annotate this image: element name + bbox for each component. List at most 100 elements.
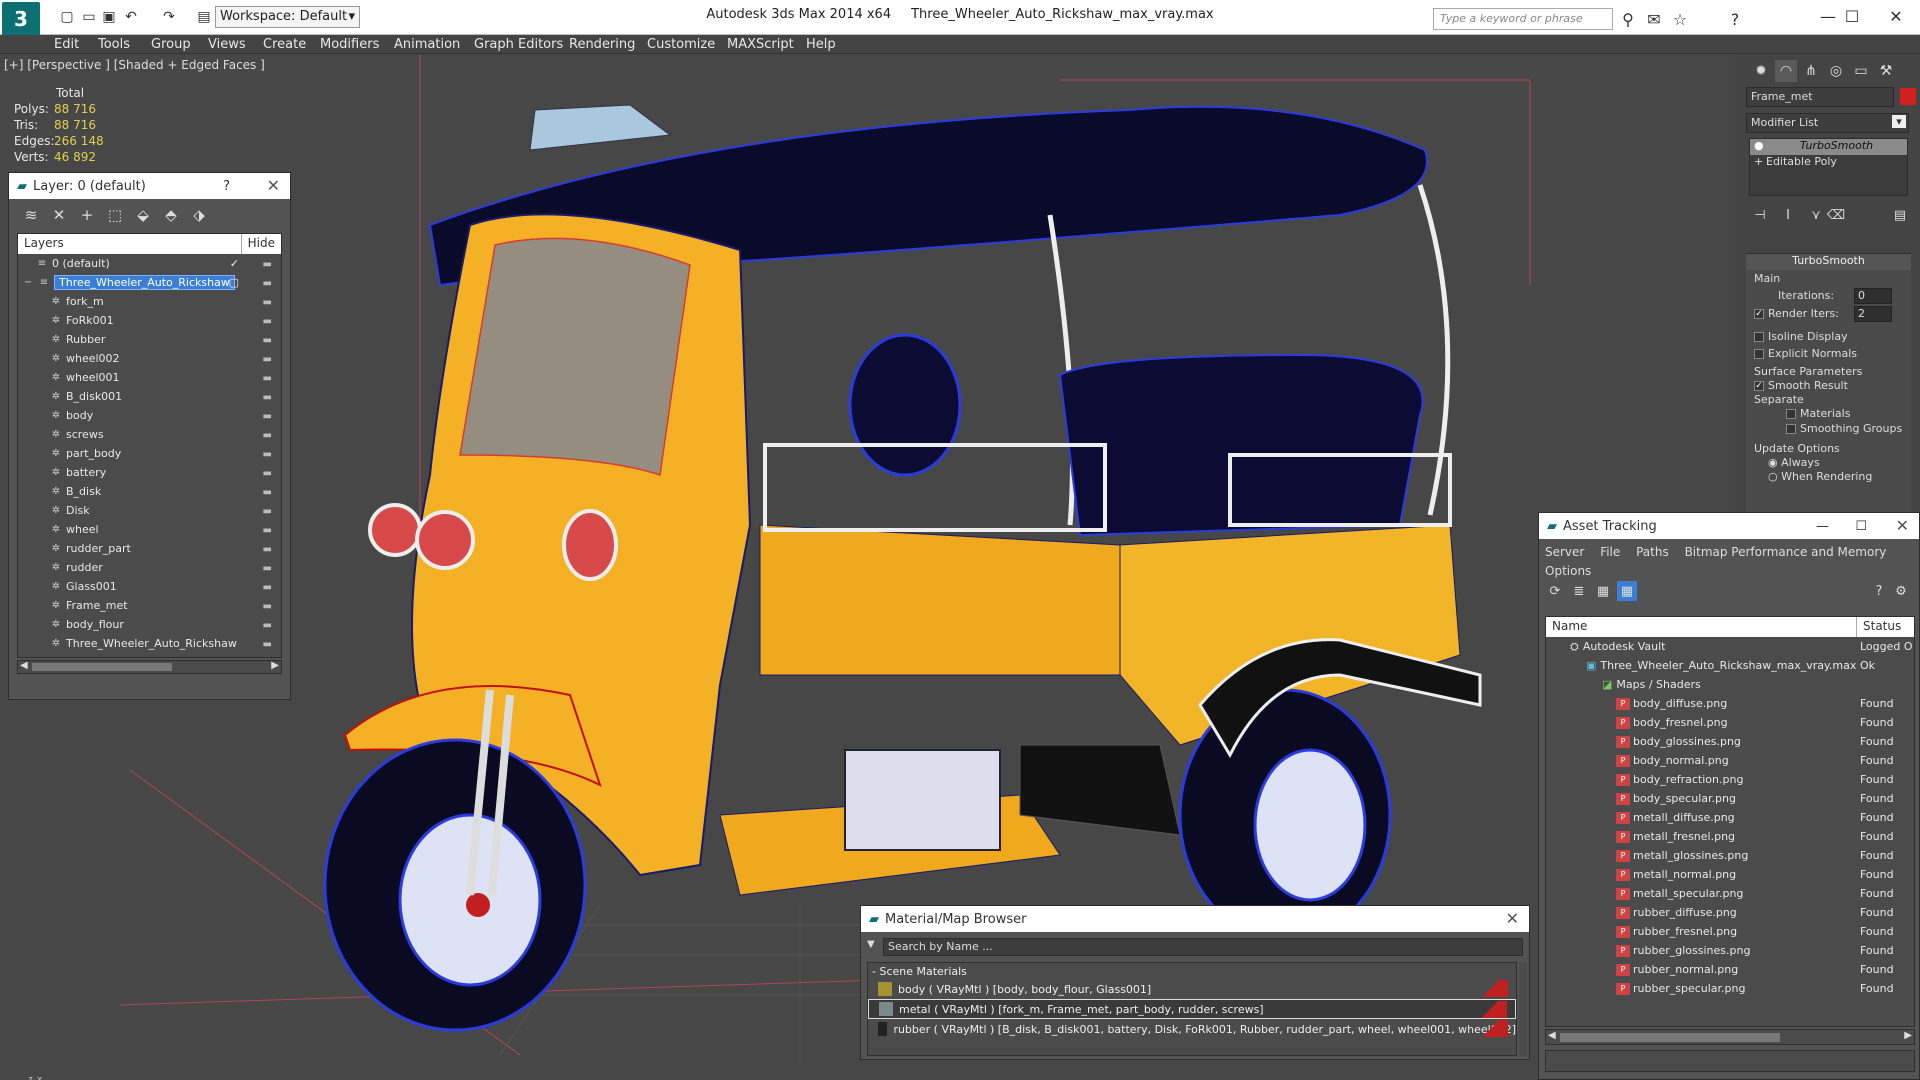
horizontal-scrollbar[interactable]: ◀ ▶ [17, 660, 282, 674]
table-view-icon[interactable]: ▦ [1617, 581, 1637, 601]
menu-bitmap-performance[interactable]: Bitmap Performance and Memory [1685, 545, 1887, 559]
asset-row[interactable]: ◪ Maps / Shaders [1546, 675, 1914, 694]
asset-row[interactable]: Pbody_glossines.png Found [1546, 732, 1914, 751]
menu-edit[interactable]: Edit [54, 37, 79, 52]
asset-row[interactable]: Prubber_normal.png Found [1546, 960, 1914, 979]
layer-row[interactable]: ✲ Glass001 ▬ [18, 577, 281, 596]
maximize-icon[interactable]: ☐ [1855, 519, 1867, 534]
asset-row[interactable]: Pbody_refraction.png Found [1546, 770, 1914, 789]
highlight-layer-icon[interactable]: ⬙ [133, 205, 153, 225]
material-browser-titlebar[interactable]: ▰ Material/Map Browser ✕ [861, 906, 1529, 932]
options-dropdown-icon[interactable]: ▼ [867, 939, 875, 950]
object-color-swatch[interactable] [1900, 88, 1916, 105]
help-icon[interactable]: ? [1869, 581, 1889, 601]
rollout-header[interactable]: TurboSmooth [1746, 254, 1911, 270]
asset-row[interactable]: Pmetall_fresnel.png Found [1546, 827, 1914, 846]
settings-icon[interactable]: ⚙ [1891, 581, 1911, 601]
delete-layer-icon[interactable]: ✕ [49, 205, 69, 225]
always-radio-row[interactable]: ◉ Always [1768, 456, 1820, 469]
layer-row[interactable]: ✲ rudder_part ▬ [18, 539, 281, 558]
menu-group[interactable]: Group [151, 37, 191, 52]
close-icon[interactable]: ✕ [1506, 909, 1519, 928]
iterations-spinner[interactable]: 0 [1854, 288, 1892, 304]
help-button[interactable]: ? [223, 179, 230, 194]
utilities-tab-icon[interactable]: ⚒ [1875, 60, 1897, 82]
asset-row[interactable]: Pbody_specular.png Found [1546, 789, 1914, 808]
asset-row[interactable]: Pmetall_diffuse.png Found [1546, 808, 1914, 827]
remove-modifier-icon[interactable]: ⌫ [1826, 205, 1846, 225]
menu-maxscript[interactable]: MAXScript [727, 37, 794, 52]
layer-row[interactable]: ✲ body_flour ▬ [18, 615, 281, 634]
maximize-icon[interactable]: ☐ [1832, 4, 1872, 28]
layer-row[interactable]: ✲ FoRk001 ▬ [18, 311, 281, 330]
asset-tracking-titlebar[interactable]: ▰ Asset Tracking — ☐ ✕ [1539, 513, 1919, 539]
hide-toggle[interactable]: ▬ [263, 411, 273, 422]
render-iters-spinner[interactable]: 2 [1854, 306, 1892, 322]
configure-modifier-sets-icon[interactable]: ▤ [1890, 205, 1910, 225]
menu-create[interactable]: Create [263, 37, 306, 52]
expand-icon[interactable]: − [22, 277, 34, 289]
scroll-thumb[interactable] [1560, 1033, 1780, 1042]
asset-row[interactable]: Pmetall_specular.png Found [1546, 884, 1914, 903]
hide-toggle[interactable]: ▬ [263, 525, 273, 536]
when-rendering-radio-row[interactable]: ○ When Rendering [1768, 470, 1872, 483]
select-objects-icon[interactable]: ⬚ [105, 205, 125, 225]
layer-row[interactable]: ✲ wheel001 ▬ [18, 368, 281, 387]
horizontal-scrollbar[interactable]: ◀ ▶ [1545, 1029, 1915, 1045]
render-iters-checkbox[interactable]: ✓ [1754, 309, 1764, 319]
scroll-right-icon[interactable]: ▶ [271, 660, 279, 671]
layer-row[interactable]: ✲ B_disk ▬ [18, 482, 281, 501]
asset-row[interactable]: Pbody_normal.png Found [1546, 751, 1914, 770]
asset-row[interactable]: Pbody_fresnel.png Found [1546, 713, 1914, 732]
hide-toggle[interactable]: ▬ [263, 506, 273, 517]
hide-toggle[interactable]: ▬ [263, 582, 273, 593]
hide-toggle[interactable]: ▬ [263, 468, 273, 479]
thumbnail-view-icon[interactable]: ▦ [1593, 581, 1613, 601]
menu-help[interactable]: Help [806, 37, 836, 52]
vertical-scrollbar[interactable] [1519, 962, 1527, 1056]
layer-row[interactable]: ✲ rudder ▬ [18, 558, 281, 577]
menu-customize[interactable]: Customize [647, 37, 715, 52]
asset-row[interactable]: Prubber_fresnel.png Found [1546, 922, 1914, 941]
stack-item-turbosmooth[interactable]: ● TurboSmooth [1750, 139, 1907, 155]
close-icon[interactable]: ✕ [1876, 4, 1916, 28]
hide-toggle[interactable]: ▬ [263, 259, 273, 270]
add-to-layer-icon[interactable]: + [77, 205, 97, 225]
asset-row[interactable]: ⛭ Autodesk Vault Logged O [1546, 637, 1914, 656]
asset-row[interactable]: Pbody_diffuse.png Found [1546, 694, 1914, 713]
layer-row[interactable]: ✲ Frame_met ▬ [18, 596, 281, 615]
create-tab-icon[interactable]: ✹ [1750, 60, 1772, 82]
stack-item-editable-poly[interactable]: + Editable Poly [1750, 155, 1907, 171]
smoothing-groups-checkbox[interactable] [1786, 424, 1796, 434]
hide-all-icon[interactable]: ⬘ [161, 205, 181, 225]
hide-toggle[interactable]: ▬ [263, 544, 273, 555]
isoline-checkbox[interactable] [1754, 332, 1764, 342]
layer-row[interactable]: ≡ 0 (default) ✓ ▬ [18, 254, 281, 273]
hide-toggle[interactable]: ▬ [263, 639, 273, 650]
refresh-icon[interactable]: ⟳ [1545, 581, 1565, 601]
layer-row[interactable]: ✲ Disk ▬ [18, 501, 281, 520]
hierarchy-tab-icon[interactable]: ⋔ [1800, 60, 1822, 82]
explicit-normals-checkbox[interactable] [1754, 349, 1764, 359]
hide-toggle[interactable]: ▬ [263, 430, 273, 441]
material-row[interactable]: rubber ( VRayMtl ) [B_disk, B_disk001, b… [868, 1019, 1516, 1039]
new-layer-icon[interactable]: ≋ [21, 205, 41, 225]
col-status[interactable]: Status [1856, 617, 1907, 637]
menu-graph-editors[interactable]: Graph Editors [474, 37, 563, 52]
hide-toggle[interactable]: ▬ [263, 297, 273, 308]
expand-icon[interactable]: + [1754, 155, 1763, 168]
menu-server[interactable]: Server [1545, 545, 1584, 559]
hide-toggle[interactable]: ▬ [263, 392, 273, 403]
layer-row[interactable]: ✲ wheel ▬ [18, 520, 281, 539]
menu-views[interactable]: Views [208, 37, 246, 52]
menu-paths[interactable]: Paths [1636, 545, 1669, 559]
scroll-thumb[interactable] [32, 663, 172, 671]
hide-toggle[interactable]: ▬ [263, 449, 273, 460]
smooth-result-checkbox[interactable]: ✓ [1754, 381, 1764, 391]
col-name[interactable]: Name [1546, 617, 1856, 637]
scroll-right-icon[interactable]: ▶ [1904, 1030, 1912, 1041]
material-search-input[interactable]: Search by Name ... [883, 938, 1523, 956]
layer-row[interactable]: ✲ Three_Wheeler_Auto_Rickshaw ▬ [18, 634, 281, 653]
bulb-icon[interactable]: ● [1754, 139, 1764, 152]
layer-row[interactable]: ✲ fork_m ▬ [18, 292, 281, 311]
